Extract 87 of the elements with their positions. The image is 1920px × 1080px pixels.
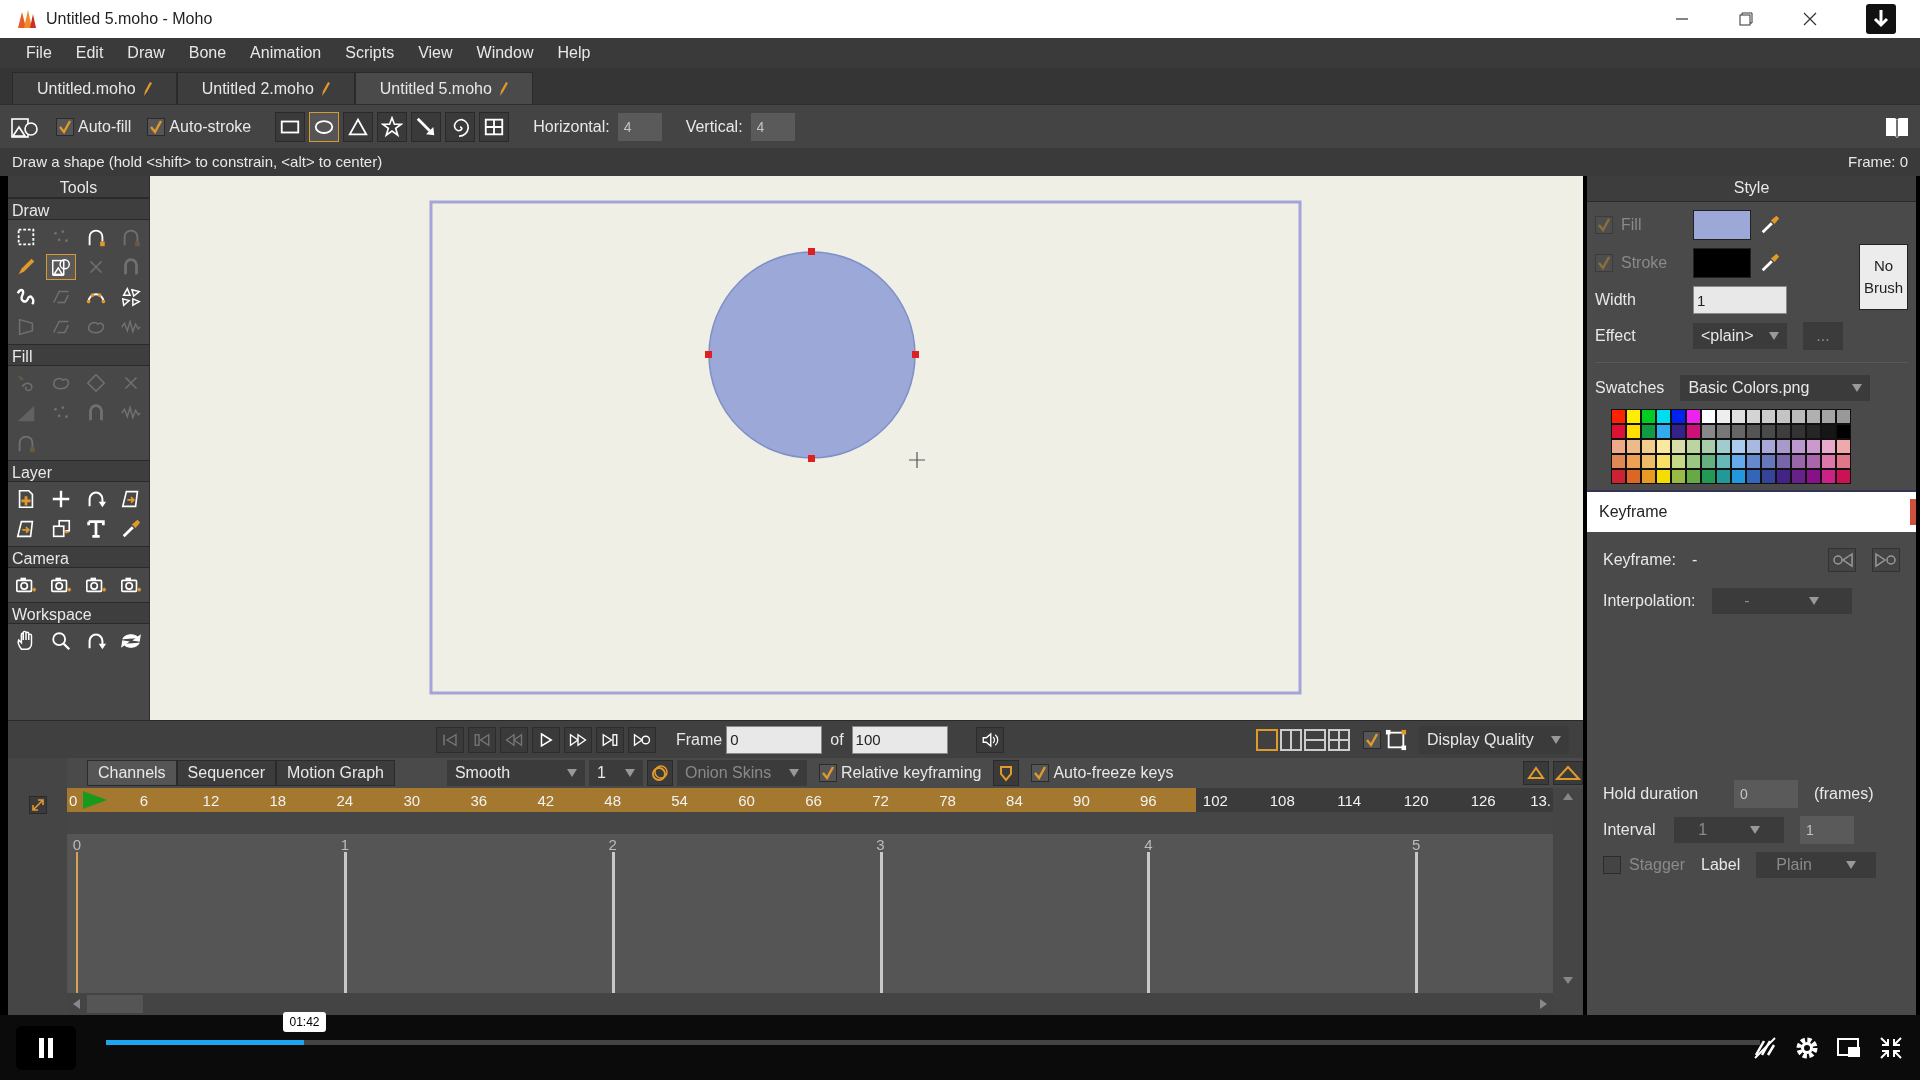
seconds-label: 0 [72, 835, 82, 855]
frame-number: 0 [69, 791, 78, 811]
document-tab[interactable]: Untitled.moho [12, 72, 177, 104]
seconds-label: 2 [608, 835, 617, 855]
frame-number: 126 [1470, 791, 1496, 811]
swatches-dropdown[interactable]: Basic Colors.png [1680, 375, 1871, 401]
timeline-tab[interactable]: Channels [87, 760, 177, 786]
menu-item[interactable]: Window [464, 41, 546, 65]
frame-number: 102 [1202, 791, 1228, 811]
frame-ruler[interactable]: 0 6 12 18 24 30 36 42 48 54 60 66 72 78 84 90 96 102 108 114 120 126 13. [67, 788, 1553, 812]
effect-dropdown[interactable]: <plain> [1693, 323, 1787, 349]
quality-dropdown[interactable]: Display Quality [1419, 725, 1569, 754]
section-header: Fill [8, 344, 149, 366]
unit-label: (frames) [1814, 784, 1874, 804]
interpolation-dropdown[interactable]: Smooth [446, 760, 585, 786]
frame-number: 72 [872, 791, 889, 811]
field-label: Effect [1595, 326, 1637, 346]
frame-number: 114 [1337, 791, 1362, 811]
total-frames-field[interactable]: 100 [851, 725, 948, 754]
section-header: Camera [8, 546, 149, 568]
frame-number: 30 [403, 791, 421, 811]
menu-item[interactable]: Bone [176, 41, 239, 65]
document-tab[interactable]: Untitled 5.moho [354, 72, 533, 104]
seconds-label: 1 [340, 835, 349, 855]
frame-number: 78 [939, 791, 956, 811]
field-label: Interpolation: [1603, 591, 1696, 611]
field-label: Hold duration [1603, 784, 1700, 804]
frame-number: 6 [139, 791, 149, 811]
section-header: Layer [8, 460, 149, 482]
checkbox-label: Stagger [1629, 855, 1686, 875]
seconds-label: 4 [1144, 835, 1153, 855]
frame-number: 36 [470, 791, 488, 811]
menu-item[interactable]: Draw [115, 41, 177, 65]
frame-number: 13. [1530, 791, 1551, 811]
field-label: Keyframe: [1603, 550, 1676, 570]
frame-number: 90 [1073, 791, 1090, 811]
status-hint: Draw a shape (hold <shift> to constrain, <alt> to center) [12, 151, 383, 172]
checkbox-label: Fill [1621, 215, 1643, 235]
time-tooltip: 01:42 [283, 1012, 326, 1032]
panel-title: Style [1587, 176, 1916, 202]
timeline-tab[interactable]: Sequencer [176, 760, 276, 786]
frame-number: 84 [1006, 791, 1023, 811]
timeline-tab[interactable]: Motion Graph [276, 760, 395, 786]
interval-dropdown[interactable]: 1 [588, 760, 643, 786]
frame-field[interactable]: 0 [726, 725, 823, 754]
window-title: Untitled 5.moho - Moho [46, 9, 213, 29]
section-header: Draw [8, 198, 149, 220]
menu-item[interactable]: File [14, 41, 64, 65]
field-label: Interval [1603, 820, 1657, 840]
menu-item[interactable]: Help [545, 41, 603, 65]
field-label: Vertical: [685, 116, 743, 137]
menu-item[interactable]: Edit [63, 41, 116, 65]
frame-number: 18 [269, 791, 287, 811]
field-label: Horizontal: [533, 116, 610, 137]
panel-title: Tools [8, 176, 149, 198]
frame-number: 48 [604, 791, 621, 811]
frame-number: 24 [336, 791, 354, 811]
checkbox-label: Auto-fill [78, 116, 132, 137]
menu-item[interactable]: Animation [238, 41, 334, 65]
checkbox-label: Stroke [1621, 253, 1669, 273]
seconds-label: 3 [876, 835, 885, 855]
frame-number: 96 [1140, 791, 1157, 811]
frame-number: 108 [1269, 791, 1295, 811]
frame-number: 42 [537, 791, 555, 811]
field-label: of [830, 729, 844, 750]
frame-number: 60 [738, 791, 755, 811]
menu-item[interactable]: Scripts [333, 41, 407, 65]
frame-number: 54 [671, 791, 688, 811]
section-header: Workspace [8, 602, 149, 624]
field-label: Width [1595, 290, 1637, 310]
field-label: Swatches [1595, 378, 1665, 398]
popup-title: Keyframe [1599, 502, 1668, 522]
field-value: - [1691, 550, 1698, 570]
frame-number: 12 [202, 791, 220, 811]
width-field[interactable]: 1 [1693, 286, 1787, 314]
checkbox-label: Relative keyframing [840, 763, 982, 783]
document-tab[interactable]: Untitled 2.moho [176, 72, 355, 104]
seconds-label: 5 [1412, 835, 1421, 855]
brush-button[interactable]: No Brush [1859, 244, 1908, 310]
field-label: Frame [676, 729, 723, 750]
menu-item[interactable]: View [406, 41, 465, 65]
field-label: Label [1701, 855, 1741, 875]
frame-number: 66 [805, 791, 822, 811]
frame-number: 120 [1403, 791, 1429, 811]
checkbox-label: Auto-freeze keys [1053, 763, 1174, 783]
checkbox-label: Auto-stroke [169, 116, 252, 137]
frame-indicator: Frame: 0 [1848, 151, 1908, 172]
